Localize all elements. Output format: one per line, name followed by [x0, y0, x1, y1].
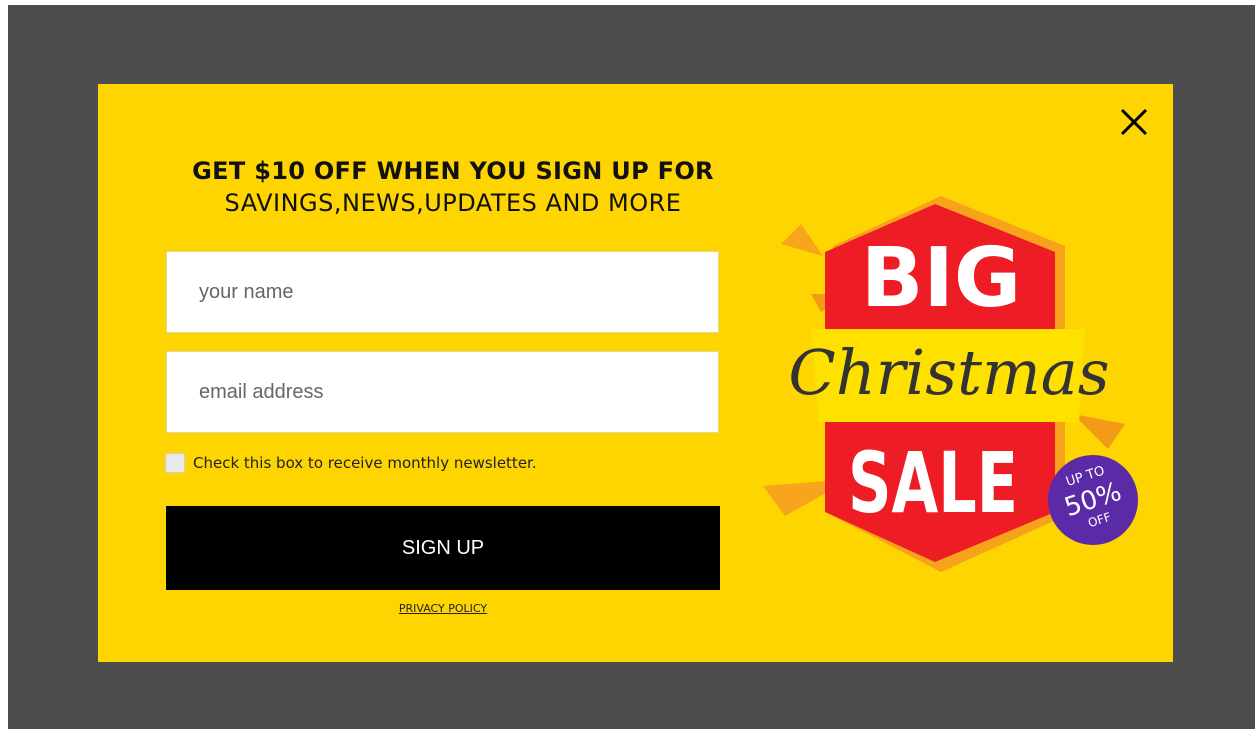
christmas-sale-graphic: BIG Christmas SALE UP TO 50% OFF [763, 196, 1138, 572]
name-field[interactable] [166, 251, 719, 333]
popup-headline: GET $10 OFF WHEN YOU SIGN UP FOR SAVINGS… [188, 156, 718, 220]
close-icon[interactable] [1118, 106, 1150, 138]
confetti-shard [1073, 414, 1125, 449]
email-field[interactable] [166, 351, 719, 433]
headline-subtitle: SAVINGS,NEWS,UPDATES AND MORE [224, 189, 682, 217]
newsletter-label[interactable]: Check this box to receive monthly newsle… [193, 454, 537, 472]
signup-popup: GET $10 OFF WHEN YOU SIGN UP FOR SAVINGS… [98, 84, 1173, 662]
newsletter-option: Check this box to receive monthly newsle… [165, 452, 537, 474]
privacy-policy-link[interactable]: PRIVACY POLICY [166, 602, 720, 615]
headline-offer: GET $10 OFF WHEN YOU SIGN UP FOR [192, 157, 714, 185]
big-text: BIG [861, 231, 1021, 326]
signup-button[interactable]: SIGN UP [166, 506, 720, 590]
newsletter-checkbox[interactable] [165, 453, 185, 473]
confetti-shard [781, 224, 823, 256]
sale-text: SALE [848, 434, 1018, 532]
christmas-text: Christmas [788, 336, 1109, 409]
